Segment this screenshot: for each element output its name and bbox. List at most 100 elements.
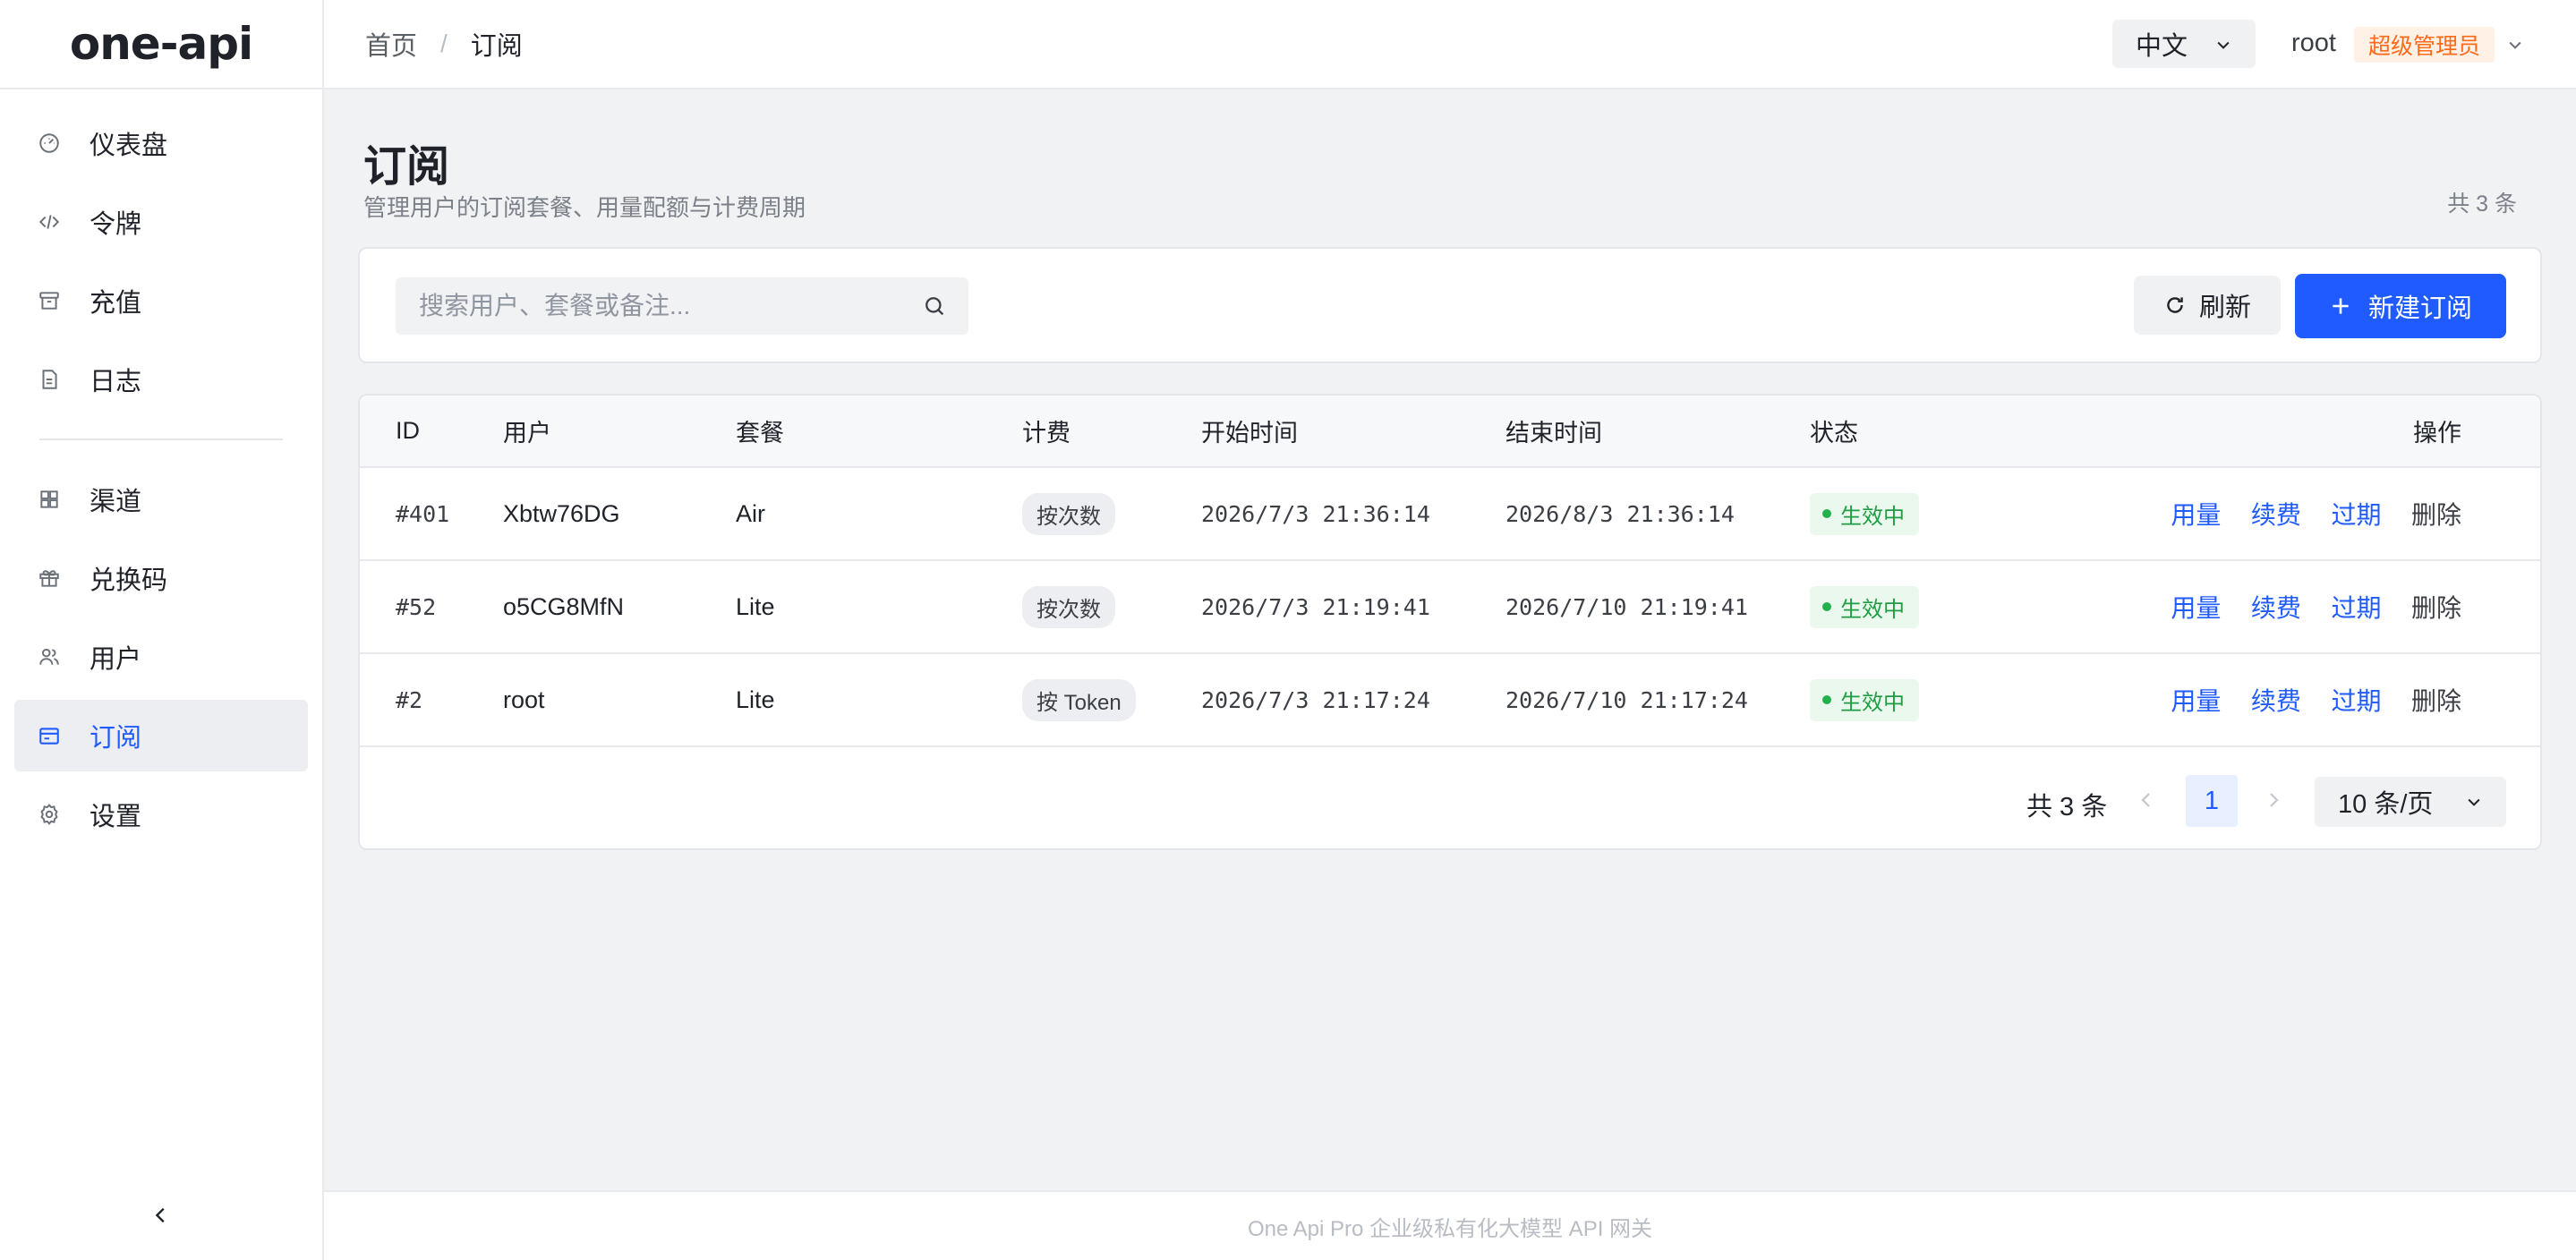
expire-link[interactable]: 过期	[2331, 594, 2381, 622]
user-menu-chevron-icon[interactable]	[2506, 36, 2524, 54]
cell-actions: 用量 续费 过期 删除	[2078, 560, 2540, 654]
sidebar-item-subscriptions[interactable]: 订阅	[14, 700, 308, 771]
cell-billing: 按次数	[1022, 560, 1201, 654]
table-header-row: ID 用户 套餐 计费 开始时间 结束时间 状态 操作	[360, 396, 2540, 468]
cell-actions: 用量 续费 过期 删除	[2078, 467, 2540, 561]
subscriptions-table-card: ID 用户 套餐 计费 开始时间 结束时间 状态 操作 #401 Xbtw76D…	[358, 394, 2542, 850]
new-subscription-button[interactable]: 新建订阅	[2295, 274, 2506, 338]
page-number-button[interactable]: 1	[2186, 775, 2238, 827]
chevron-down-icon	[2468, 798, 2480, 806]
logo-text: one-api	[69, 18, 253, 70]
sidebar-item-label: 设置	[90, 803, 142, 831]
sidebar-item-label: 日志	[90, 368, 142, 396]
refresh-button[interactable]: 刷新	[2134, 276, 2281, 335]
sidebar-item-label: 令牌	[90, 210, 142, 239]
sidebar-divider	[39, 438, 283, 440]
page-size-select[interactable]: 10 条/页	[2315, 777, 2506, 827]
archive-icon	[38, 289, 61, 312]
sidebar-item-dashboard[interactable]: 仪表盘	[14, 107, 308, 179]
status-badge: 生效中	[1810, 585, 1919, 628]
refresh-icon	[2167, 297, 2183, 313]
pagination-total: 共 3 条	[2026, 793, 2108, 822]
billing-tag: 按次数	[1022, 492, 1115, 535]
search-icon[interactable]	[922, 294, 947, 319]
plus-icon	[2333, 298, 2349, 314]
toolbar-card: 刷新 新建订阅	[358, 247, 2542, 363]
sidebar-item-label: 订阅	[90, 724, 142, 753]
breadcrumb-home[interactable]: 首页	[365, 25, 417, 63]
language-select[interactable]: 中文	[2112, 20, 2256, 68]
renew-link[interactable]: 续费	[2251, 687, 2301, 715]
cell-plan: Lite	[736, 560, 1022, 654]
usage-link[interactable]: 用量	[2171, 687, 2221, 715]
sidebar-item-label: 仪表盘	[90, 132, 168, 160]
status-label: 生效中	[1840, 504, 1905, 529]
delete-link[interactable]: 删除	[2411, 501, 2461, 529]
sidebar-item-label: 渠道	[90, 488, 142, 516]
sidebar-item-label: 兑换码	[90, 566, 168, 595]
user-name[interactable]: root	[2291, 29, 2336, 58]
role-badge: 超级管理员	[2354, 27, 2495, 63]
sidebar-collapse-button[interactable]	[143, 1197, 179, 1233]
chevron-left-icon[interactable]	[2136, 789, 2157, 811]
chevron-left-icon	[155, 1207, 165, 1223]
sidebar-item-label: 充值	[90, 289, 142, 318]
document-icon	[38, 368, 61, 391]
sidebar-item-channels[interactable]: 渠道	[14, 464, 308, 535]
cell-actions: 用量 续费 过期 删除	[2078, 653, 2540, 747]
sidebar-item-topup[interactable]: 充值	[14, 265, 308, 336]
breadcrumb-current: 订阅	[470, 32, 523, 61]
column-header-billing: 计费	[1022, 396, 1201, 468]
chevron-down-icon	[2217, 41, 2230, 49]
expire-link[interactable]: 过期	[2331, 501, 2381, 529]
grid-icon	[38, 488, 61, 511]
column-header-id: ID	[360, 396, 503, 468]
users-icon	[38, 645, 61, 668]
expire-link[interactable]: 过期	[2331, 687, 2381, 715]
search-input[interactable]	[396, 277, 968, 335]
chevron-right-icon[interactable]	[2263, 789, 2284, 811]
sidebar-item-redeem[interactable]: 兑换码	[14, 542, 308, 614]
status-badge: 生效中	[1810, 678, 1919, 721]
new-subscription-label: 新建订阅	[2367, 294, 2472, 323]
cell-end-time: 2026/7/10 21:19:41	[1506, 560, 1810, 654]
status-dot	[1822, 602, 1831, 611]
cell-plan: Air	[736, 467, 1022, 561]
footer-text: One Api Pro 企业级私有化大模型 API 网关	[1247, 1216, 1653, 1241]
billing-tag: 按次数	[1022, 585, 1115, 628]
status-label: 生效中	[1840, 690, 1905, 715]
sidebar-item-users[interactable]: 用户	[14, 621, 308, 693]
column-header-start-time: 开始时间	[1201, 396, 1506, 468]
sidebar-item-settings[interactable]: 设置	[14, 779, 308, 850]
cell-user: o5CG8MfN	[503, 560, 736, 654]
cell-id: #401	[360, 467, 503, 561]
cell-start-time: 2026/7/3 21:19:41	[1201, 560, 1506, 654]
cell-start-time: 2026/7/3 21:17:24	[1201, 653, 1506, 747]
usage-link[interactable]: 用量	[2171, 501, 2221, 529]
delete-link[interactable]: 删除	[2411, 687, 2461, 715]
app-logo[interactable]: one-api	[0, 0, 322, 89]
sidebar-item-logs[interactable]: 日志	[14, 344, 308, 415]
cell-plan: Lite	[736, 653, 1022, 747]
sidebar-item-tokens[interactable]: 令牌	[14, 186, 308, 258]
cell-start-time: 2026/7/3 21:36:14	[1201, 467, 1506, 561]
cell-id: #52	[360, 560, 503, 654]
code-icon	[38, 210, 61, 234]
table-row: #52 o5CG8MfN Lite 按次数 2026/7/3 21:19:41 …	[360, 560, 2540, 654]
gear-icon	[38, 803, 61, 826]
column-header-user: 用户	[503, 396, 736, 468]
sidebar: one-api 仪表盘 令牌 充值 日志 渠道 兑换码 用户 订阅 设置	[0, 0, 324, 1260]
cell-id: #2	[360, 653, 503, 747]
gift-icon	[38, 566, 61, 590]
delete-link[interactable]: 删除	[2411, 594, 2461, 622]
renew-link[interactable]: 续费	[2251, 594, 2301, 622]
page-subtitle: 管理用户的订阅套餐、用量配额与计费周期	[363, 194, 806, 221]
sidebar-item-label: 用户	[90, 645, 142, 674]
total-count: 共 3 条	[2447, 192, 2517, 217]
subscription-icon	[38, 724, 61, 747]
pagination: 共 3 条 1 10 条/页	[360, 750, 2540, 848]
renew-link[interactable]: 续费	[2251, 501, 2301, 529]
page-title: 订阅	[363, 143, 450, 191]
column-header-end-time: 结束时间	[1506, 396, 1810, 468]
usage-link[interactable]: 用量	[2171, 594, 2221, 622]
